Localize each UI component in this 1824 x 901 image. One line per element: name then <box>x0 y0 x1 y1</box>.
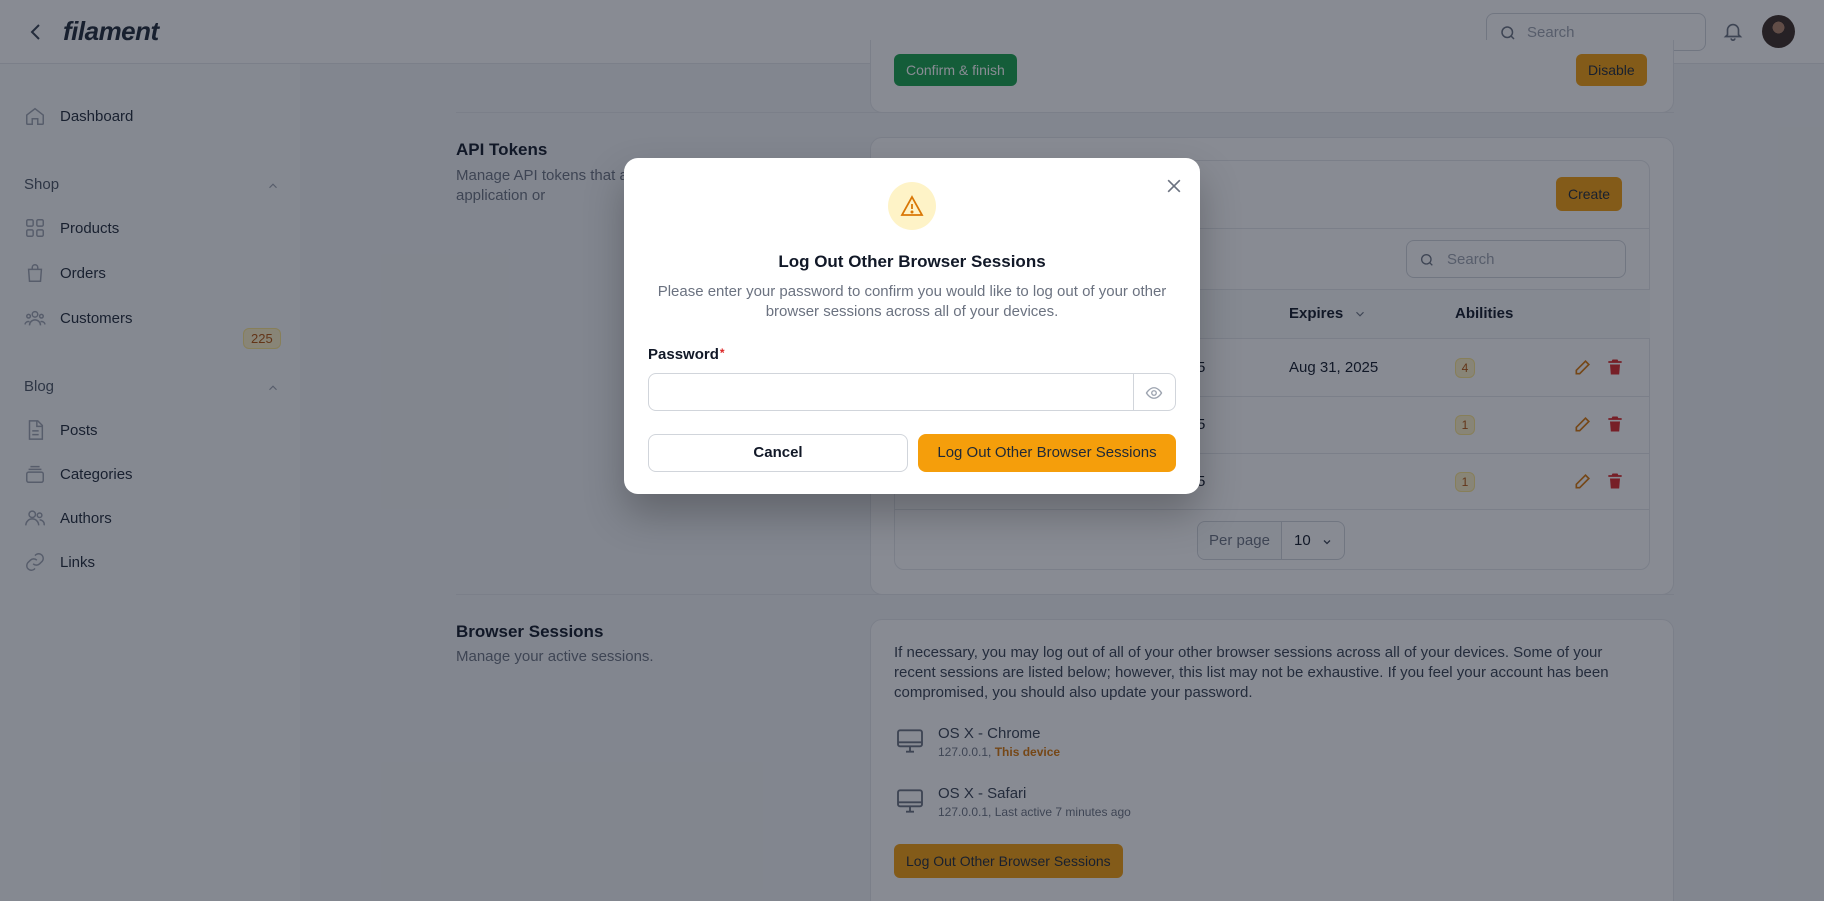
toggle-password-visibility-button[interactable] <box>1133 374 1175 410</box>
password-label-text: Password <box>648 346 719 363</box>
cancel-button[interactable]: Cancel <box>648 434 908 472</box>
modal-title: Log Out Other Browser Sessions <box>778 252 1046 271</box>
required-asterisk: * <box>719 346 725 360</box>
eye-icon <box>1145 387 1163 399</box>
confirm-logout-button[interactable]: Log Out Other Browser Sessions <box>918 434 1176 472</box>
password-field[interactable] <box>649 374 1133 410</box>
warning-icon-circle <box>888 182 936 230</box>
logout-sessions-modal: Log Out Other Browser Sessions Please en… <box>624 158 1200 494</box>
close-icon[interactable] <box>1164 176 1184 196</box>
warning-icon <box>900 195 924 216</box>
password-label: Password* <box>648 346 725 363</box>
password-field-wrapper <box>648 373 1176 411</box>
modal-description: Please enter your password to confirm yo… <box>657 283 1167 320</box>
